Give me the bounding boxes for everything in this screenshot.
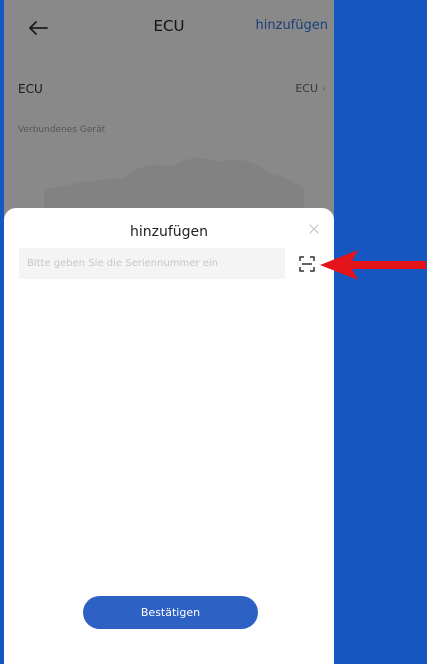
phone-screen: ECU hinzufügen ECU ECU › Verbundenes Ger… <box>4 0 334 664</box>
scan-icon <box>299 256 315 272</box>
close-button[interactable] <box>306 221 322 237</box>
add-sheet: hinzufügen Bestätigen <box>4 208 334 664</box>
close-icon <box>309 224 319 234</box>
sheet-title: hinzufügen <box>129 224 209 240</box>
confirm-button[interactable]: Bestätigen <box>83 596 258 629</box>
red-arrow-icon <box>320 250 426 280</box>
serial-number-input[interactable] <box>19 248 285 279</box>
scan-button[interactable] <box>297 254 317 274</box>
